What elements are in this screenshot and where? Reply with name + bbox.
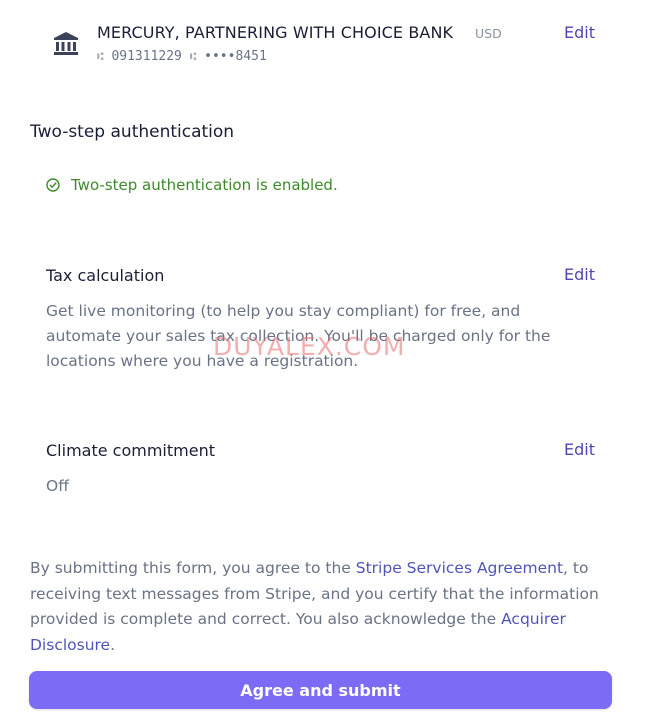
tax-title: Tax calculation <box>46 266 165 285</box>
bank-numbers: ⑆ 091311229 ⑆ ••••8451 <box>97 49 267 64</box>
account-separator-icon: ⑆ <box>189 50 197 63</box>
legal-text-3: . <box>110 635 116 654</box>
climate-title: Climate commitment <box>46 441 215 460</box>
legal-text-1: By submitting this form, you agree to th… <box>30 559 356 577</box>
tax-description: Get live monitoring (to help you stay co… <box>46 302 551 370</box>
check-circle-icon <box>46 178 60 192</box>
two-step-status-text: Two-step authentication is enabled. <box>71 176 338 194</box>
bank-name: MERCURY, PARTNERING WITH CHOICE BANK <box>97 23 454 42</box>
routing-number: 091311229 <box>111 49 182 64</box>
legal-agreement-text: By submitting this form, you agree to th… <box>30 556 620 658</box>
bank-currency: USD <box>475 26 502 41</box>
stripe-services-agreement-link[interactable]: Stripe Services Agreement <box>356 559 563 577</box>
climate-value: Off <box>46 477 69 495</box>
two-step-title: Two-step authentication <box>30 122 235 142</box>
tax-edit-link[interactable]: Edit <box>564 265 595 284</box>
routing-separator-icon: ⑆ <box>97 50 104 63</box>
two-step-status: Two-step authentication is enabled. <box>46 176 338 194</box>
bank-account-row: MERCURY, PARTNERING WITH CHOICE BANK USD… <box>52 20 600 70</box>
bank-edit-link[interactable]: Edit <box>564 23 595 42</box>
climate-edit-link[interactable]: Edit <box>564 440 595 459</box>
settings-review-page: MERCURY, PARTNERING WITH CHOICE BANK USD… <box>0 0 656 722</box>
account-number: ••••8451 <box>204 49 267 64</box>
bank-icon <box>52 30 80 58</box>
agree-and-submit-button[interactable]: Agree and submit <box>29 671 612 709</box>
